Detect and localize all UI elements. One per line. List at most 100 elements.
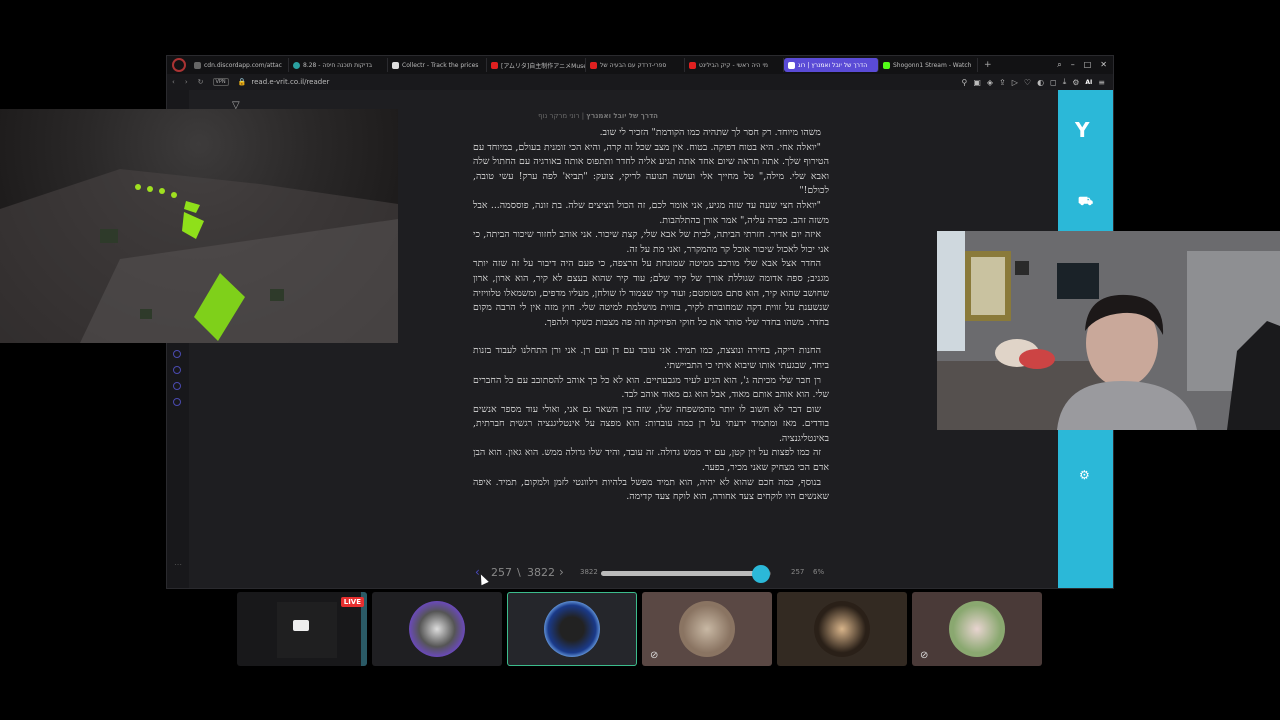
paragraph: זה כמו לפצות על זין קטן, עם יד ממש גדולה… <box>473 447 829 474</box>
tab-youtube-kick[interactable]: מי היה ראשי - קיק הבילינט <box>685 58 784 72</box>
tab-favicon-icon <box>194 61 201 69</box>
total-pages: 3822 <box>527 566 555 579</box>
tab-youtube-books[interactable]: ספרי-דרדק עם הבעיה של <box>586 58 685 72</box>
page-slider[interactable] <box>601 565 771 583</box>
webcam-feed <box>937 231 1280 430</box>
address-bar: ‹ › ↻ VPN 🔒 read.e-vrit.co.il/reader ⚲ ▣… <box>167 74 1113 90</box>
slider-total-label: 3822 <box>580 568 598 576</box>
menu-icon[interactable]: ≡ <box>1098 78 1105 87</box>
stream-tile-user[interactable]: ⊘ <box>912 592 1042 666</box>
history-icon[interactable] <box>173 350 181 358</box>
paragraph: "יואלה חצי שעה עד שזה מגיע, אני אומר לכם… <box>473 199 829 226</box>
stream-tile-user-selected[interactable] <box>507 592 637 666</box>
forward-icon[interactable]: › <box>180 78 193 86</box>
tab-youtube-anime[interactable]: [アムリタ]自主制作アニメMuse <box>487 58 586 72</box>
stream-tile-user[interactable]: ⊘ <box>642 592 772 666</box>
live-badge: LIVE <box>340 597 364 607</box>
paragraph: בנוסף, כמה חכם שהוא לא יהיה, הוא תמיד מפ… <box>473 476 829 503</box>
tree-block <box>270 289 284 301</box>
green-dot <box>135 184 141 190</box>
avatar <box>544 601 600 657</box>
slider-current-label: 257 <box>791 568 805 576</box>
profile-icon[interactable]: ◻ <box>1050 78 1057 87</box>
window-blinds <box>937 231 965 351</box>
header-separator: | <box>579 112 585 120</box>
downloads-icon[interactable] <box>173 366 181 374</box>
tab-software-testing[interactable]: בדיקות תוכנה חיפה - 8.28 <box>289 58 388 72</box>
minimize-icon[interactable]: – <box>1071 60 1075 70</box>
paragraph: רן חבר שלי מכיתה ג', הוא הגיע לעיר מגבעת… <box>473 374 829 401</box>
tab-discord-cdn[interactable]: cdn.discordapp.com/attac <box>190 58 289 72</box>
paragraph: "יואלה אחי. היא בטוח דפוקה. בטוח. אין מצ… <box>473 141 829 197</box>
youtube-icon <box>590 61 597 69</box>
next-page-button[interactable]: › <box>559 565 564 579</box>
stream-participants: LIVE ⊘ ⊘ <box>237 592 1043 666</box>
lock-icon: 🔒 <box>237 78 247 86</box>
vpn-badge[interactable]: VPN <box>212 78 229 86</box>
small-frame <box>1015 261 1029 275</box>
back-icon[interactable]: ‹ <box>167 78 180 86</box>
tree-block <box>100 229 118 243</box>
green-dot <box>159 188 165 194</box>
stream-tile-screen-share[interactable]: LIVE <box>237 592 367 666</box>
paragraph: איזה יום אדיר. חזרתי הביתה, לבית של אבא … <box>473 229 829 255</box>
webcam-scene <box>937 231 1280 430</box>
e-vrit-logo-icon[interactable]: Y <box>1075 118 1089 142</box>
url-field[interactable]: read.e-vrit.co.il/reader <box>251 78 329 86</box>
reader-settings-icon[interactable]: ⚙ <box>1079 468 1090 482</box>
stream-tile-user[interactable] <box>372 592 502 666</box>
snapshot-icon[interactable]: ▣ <box>973 78 981 87</box>
page-slider-fill <box>601 571 761 576</box>
cart-icon[interactable]: ⛟ <box>1078 194 1093 210</box>
reload-icon[interactable]: ↻ <box>193 78 209 86</box>
avatar <box>949 601 1005 657</box>
new-tab-button[interactable]: + <box>978 60 998 70</box>
stream-tile-user[interactable] <box>777 592 907 666</box>
maximize-icon[interactable]: □ <box>1084 60 1092 70</box>
page-slider-knob[interactable] <box>751 565 770 583</box>
share-icon[interactable]: ⇪ <box>999 78 1006 87</box>
play-icon[interactable]: ▷ <box>1012 78 1018 87</box>
search-tabs-icon[interactable]: ⌕ <box>1057 60 1061 70</box>
youtube-icon <box>689 61 696 69</box>
tab-favicon-icon <box>392 61 399 69</box>
opera-logo-icon[interactable] <box>172 58 186 72</box>
download-icon[interactable]: ⤓ <box>1063 77 1067 87</box>
more-icon[interactable]: ⋯ <box>174 560 182 569</box>
tab-reader-active[interactable]: הדרך של יובל ואמנרץ | רוג <box>784 58 879 72</box>
settings-icon[interactable]: ⚙ <box>1072 78 1079 87</box>
close-icon[interactable]: ✕ <box>1100 60 1107 70</box>
book-header: הדרך של יובל ואמנרץ | רוני מרקר נוף <box>538 112 658 120</box>
messenger-icon[interactable] <box>173 382 181 390</box>
kick-icon <box>883 61 890 69</box>
tab-kick-stream[interactable]: Shogonn1 Stream - Watch <box>879 58 978 72</box>
avatar <box>679 601 735 657</box>
toolbar-right: ⚲ ▣ ◈ ⇪ ▷ ♡ ◐ ◻ ⤓ ⚙ AI ≡ <box>961 77 1113 87</box>
tree-block <box>140 309 152 319</box>
paragraph: החדר אצל אבא שלי מורכב ממיטה שמונחת על ה… <box>473 258 829 328</box>
mic-muted-icon: ⊘ <box>650 650 659 661</box>
progress-percent: 6% <box>813 568 825 576</box>
picture-art <box>971 257 1005 315</box>
paragraph: שום דבר לא חשוב לו יותר מהמשפחה שלו, שזה… <box>473 403 829 444</box>
red-pillow <box>1019 349 1055 369</box>
tab-collectr[interactable]: Collectr - Track the prices <box>388 58 487 72</box>
window-controls: ⌕ – □ ✕ <box>1057 60 1113 70</box>
wall-poster <box>1057 263 1099 299</box>
sidebar-settings-icon[interactable] <box>173 398 181 406</box>
chat-icon[interactable]: ◐ <box>1037 78 1044 87</box>
green-dot <box>147 186 153 192</box>
avatar <box>814 601 870 657</box>
mic-muted-icon: ⊘ <box>920 650 929 661</box>
book-title: הדרך של יובל ואמנרץ <box>586 112 658 120</box>
heart-icon[interactable]: ♡ <box>1024 78 1031 87</box>
ai-button[interactable]: AI <box>1085 79 1092 86</box>
extension-icon[interactable]: ◈ <box>987 78 993 87</box>
game-scene <box>0 169 398 343</box>
paragraph: משהו מיוחד. רק חסר לך שתהיה כמו הקודמת" … <box>599 127 821 138</box>
current-page: 257 <box>491 566 512 579</box>
pin-icon[interactable]: ⚲ <box>961 78 967 87</box>
green-dot <box>171 192 177 198</box>
game-capture-overlay <box>0 109 398 343</box>
reading-progress: ‹ 257 \ 3822 › 3822 257 6% <box>473 563 853 583</box>
